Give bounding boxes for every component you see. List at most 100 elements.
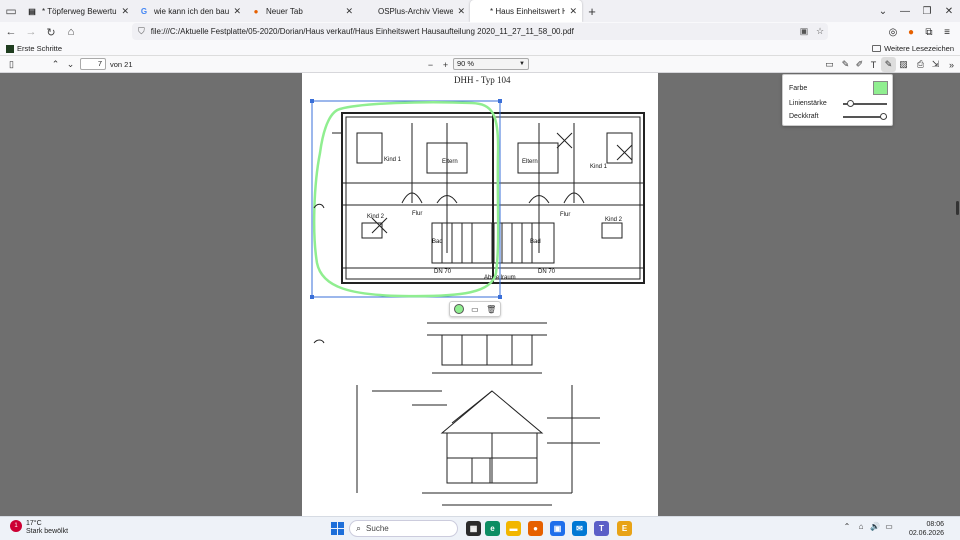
more-bookmarks-label: Weitere Lesezeichen [884, 44, 954, 53]
home-icon[interactable]: ⌂ [62, 23, 80, 41]
teams-icon[interactable]: T [594, 521, 609, 536]
close-icon[interactable]: ✕ [457, 6, 465, 17]
edit-icon[interactable]: ✎ [838, 57, 853, 72]
firefox-icon[interactable]: ● [528, 521, 543, 536]
tab-5-active[interactable]: * Haus Einheitswert Hausaufteilung ✕ [470, 0, 582, 22]
save-icon[interactable]: ⇲ [928, 57, 943, 72]
system-tray: ⌃ ⌂ 🔊 ▭ [840, 522, 896, 531]
previous-page-icon[interactable]: ⌃ [48, 57, 63, 72]
search-label: Suche [366, 524, 389, 533]
scrollbar[interactable] [956, 201, 959, 215]
minimize-icon[interactable]: — [894, 0, 916, 22]
taskbar: 1 17°C Stark bewölkt ⌕ Suche ▦ e ▬ ● ▣ ✉… [0, 516, 960, 540]
room-label: Bad [432, 239, 443, 245]
chevron-up-icon[interactable]: ⌃ [840, 522, 854, 531]
close-icon[interactable]: ✕ [233, 6, 241, 17]
text-icon[interactable]: T [866, 57, 881, 72]
battery-icon[interactable]: ▭ [882, 522, 896, 531]
room-label: Flur [412, 211, 422, 217]
pdf-toolbar: ▯ ⌃ ⌄ 7 von 21 − + 90 % ▼ ▭ ✎ ✐ T ✎ ▨ ⎙ … [0, 56, 960, 73]
app-e-icon[interactable]: E [617, 521, 632, 536]
room-label: Kind 1 [590, 164, 608, 170]
room-label: Kind 2 [605, 217, 623, 223]
time: 08:06 [926, 521, 944, 528]
clock[interactable]: 08:06 02.06.2026 [909, 520, 944, 538]
volume-icon[interactable]: 🔊 [868, 522, 882, 531]
tab-title: wie kann ich den baupreisindex [154, 6, 230, 16]
room-label: Kind 2 [367, 214, 385, 220]
new-tab-button[interactable]: + [582, 4, 602, 19]
tab-title: * Haus Einheitswert Hausaufteilung [490, 6, 566, 16]
comment-icon[interactable]: ▭ [822, 57, 837, 72]
tab-2[interactable]: G wie kann ich den baupreisindex ✕ [134, 0, 246, 22]
delete-icon[interactable]: 🗑 [486, 305, 496, 314]
close-icon[interactable]: ✕ [345, 6, 353, 17]
pdf-viewer[interactable]: DHH - Typ 104 Kind 1 Eltern Eltern Kind … [0, 73, 960, 516]
tab-overflow-icon[interactable]: ⌄ [872, 0, 894, 22]
weather-icon: 1 [10, 520, 22, 532]
next-page-icon[interactable]: ⌄ [63, 57, 78, 72]
opacity-knob[interactable] [880, 113, 887, 120]
url-text: file:///C:/Aktuelle Festplatte/05-2020/D… [150, 27, 574, 36]
tab-3[interactable]: ● Neuer Tab ✕ [246, 0, 358, 22]
zoom-select[interactable]: 90 % ▼ [453, 58, 529, 70]
plan-header: DHH - Typ 104 [454, 75, 511, 85]
search-box[interactable]: ⌕ Suche [349, 520, 458, 537]
room-label: Eltern [522, 159, 538, 165]
weather-widget[interactable]: 1 17°C Stark bewölkt [10, 520, 68, 536]
windows-start-icon[interactable] [331, 522, 344, 535]
floor-plan-drawing: DHH - Typ 104 Kind 1 Eltern Eltern Kind … [310, 75, 645, 506]
tab-title: Neuer Tab [266, 6, 303, 16]
reader-view-icon[interactable]: ▣ [796, 26, 812, 37]
bookmark-first-steps[interactable]: Erste Schritte [6, 44, 62, 53]
window-controls: ⌄ — ❐ ✕ [872, 0, 960, 22]
sidebar-toggle-icon[interactable]: ▯ [4, 57, 19, 72]
forward-icon[interactable]: → [22, 23, 40, 41]
more-bookmarks[interactable]: Weitere Lesezeichen [872, 44, 954, 53]
room-label: Eltern [442, 159, 458, 165]
more-tools-icon[interactable]: » [944, 57, 959, 72]
close-window-icon[interactable]: ✕ [938, 0, 960, 22]
close-icon[interactable]: ✕ [121, 6, 129, 17]
zoom-in-icon[interactable]: + [438, 57, 453, 72]
color-label: Farbe [789, 85, 808, 92]
outlook-icon[interactable]: ✉ [572, 521, 587, 536]
close-icon[interactable]: ✕ [569, 6, 577, 17]
tab-4[interactable]: OSPlus-Archiv Viewer - Liegenschaft ✕ [358, 0, 470, 22]
color-picker-button[interactable] [453, 304, 464, 314]
selection-handles[interactable] [310, 99, 502, 299]
highlight-icon[interactable]: ✐ [852, 57, 867, 72]
nav-right-icons: ◎ ● ⧉ ≡ [884, 22, 956, 42]
room-label: DN 70 [434, 269, 452, 275]
print-icon[interactable]: ⎙ [913, 57, 928, 72]
draw-icon[interactable]: ✎ [881, 57, 896, 72]
account-icon[interactable]: ◎ [884, 23, 902, 41]
extension-icon[interactable]: ● [902, 23, 920, 41]
store-icon[interactable]: ▣ [550, 521, 565, 536]
tab-bar: ▭ ▤ * Töpferweg Bewertung PP - Töpfer ✕ … [0, 0, 960, 22]
bookmark-star-icon[interactable]: ☆ [812, 26, 828, 37]
color-swatch[interactable] [873, 81, 888, 95]
image-icon[interactable]: ▨ [896, 57, 911, 72]
nav-bar: ← → ↻ ⌂ ⛉ file:///C:/Aktuelle Festplatte… [0, 22, 960, 42]
tab-1[interactable]: ▤ * Töpferweg Bewertung PP - Töpfer ✕ [22, 0, 134, 22]
task-view-icon[interactable]: ▦ [466, 521, 481, 536]
comment-icon[interactable]: ▭ [471, 305, 479, 314]
thickness-knob[interactable] [847, 100, 854, 107]
url-bar[interactable]: ⛉ file:///C:/Aktuelle Festplatte/05-2020… [132, 23, 828, 40]
tab-list-icon[interactable]: ▭ [0, 0, 22, 22]
file-explorer-icon[interactable]: ▬ [506, 521, 521, 536]
shield-icon[interactable]: ⛉ [138, 26, 145, 37]
edge-icon[interactable]: e [485, 521, 500, 536]
reload-icon[interactable]: ↻ [42, 23, 60, 41]
page-number-input[interactable]: 7 [80, 58, 106, 70]
network-icon[interactable]: ⌂ [854, 522, 868, 531]
back-icon[interactable]: ← [2, 23, 20, 41]
zoom-out-icon[interactable]: − [423, 57, 438, 72]
thickness-label: Linienstärke [789, 100, 827, 107]
page-count: von 21 [110, 60, 133, 69]
room-label: Bad [530, 239, 541, 245]
extensions-icon[interactable]: ⧉ [920, 23, 938, 41]
menu-icon[interactable]: ≡ [938, 23, 956, 41]
restore-icon[interactable]: ❐ [916, 0, 938, 22]
